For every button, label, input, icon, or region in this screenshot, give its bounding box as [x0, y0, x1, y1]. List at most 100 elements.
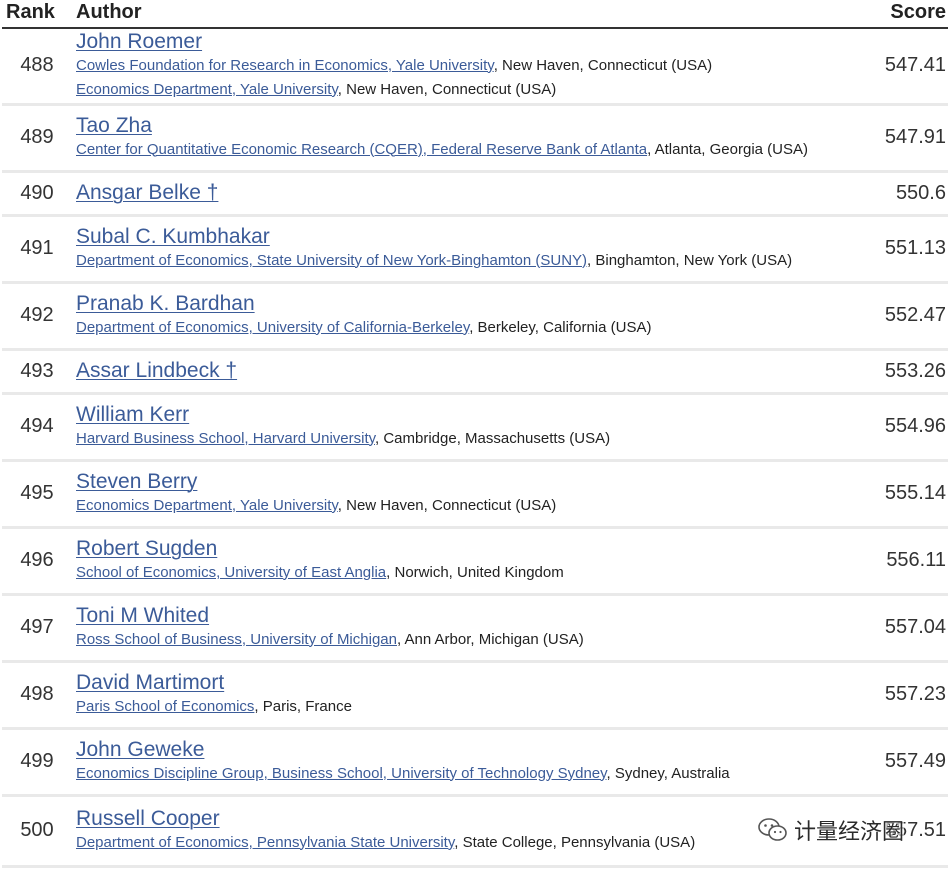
- table-row: 499 John Geweke Economics Discipline Gro…: [2, 728, 948, 797]
- score-cell: 547.91: [818, 104, 948, 173]
- rank-cell: 500: [2, 795, 72, 868]
- affiliation: Paris School of Economics, Paris, France: [76, 695, 818, 719]
- score-column-header[interactable]: Score: [818, 0, 948, 29]
- affiliation-link[interactable]: Department of Economics, State Universit…: [76, 252, 587, 269]
- score-cell: 556.11: [818, 527, 948, 596]
- affiliation: Department of Economics, State Universit…: [76, 249, 818, 273]
- affiliation-location: , Atlanta, Georgia (USA): [647, 140, 808, 158]
- affiliation: Center for Quantitative Economic Researc…: [76, 138, 818, 162]
- affiliation-location: , Sydney, Australia: [606, 764, 730, 782]
- score-cell: 555.14: [818, 460, 948, 529]
- author-cell: Steven Berry Economics Department, Yale …: [72, 460, 818, 529]
- author-name-link[interactable]: Subal C. Kumbhakar: [76, 225, 270, 249]
- author-cell: David Martimort Paris School of Economic…: [72, 661, 818, 730]
- score-cell: 552.47: [818, 282, 948, 351]
- author-cell: John Geweke Economics Discipline Group, …: [72, 728, 818, 797]
- table-row: 496 Robert Sugden School of Economics, U…: [2, 527, 948, 596]
- score-cell: 557.23: [818, 661, 948, 730]
- header-row: Rank Author Score: [2, 0, 948, 29]
- affiliation: Cowles Foundation for Research in Econom…: [76, 54, 818, 78]
- author-name-link[interactable]: Pranab K. Bardhan: [76, 292, 255, 316]
- score-cell: 557.51: [818, 795, 948, 868]
- author-cell: Toni M Whited Ross School of Business, U…: [72, 594, 818, 663]
- affiliation-link[interactable]: Department of Economics, Pennsylvania St…: [76, 834, 454, 851]
- affiliation: Department of Economics, University of C…: [76, 316, 818, 340]
- author-cell: Pranab K. Bardhan Department of Economic…: [72, 282, 818, 351]
- author-cell: Assar Lindbeck †: [72, 349, 818, 395]
- rank-cell: 496: [2, 527, 72, 596]
- affiliation-link[interactable]: Department of Economics, University of C…: [76, 319, 469, 336]
- rank-cell: 492: [2, 282, 72, 351]
- table-row: 498 David Martimort Paris School of Econ…: [2, 661, 948, 730]
- affiliation-link[interactable]: Paris School of Economics: [76, 698, 254, 715]
- score-cell: 557.04: [818, 594, 948, 663]
- author-cell: William Kerr Harvard Business School, Ha…: [72, 393, 818, 462]
- affiliation-location: , Binghamton, New York (USA): [587, 251, 793, 269]
- affiliation-link[interactable]: School of Economics, University of East …: [76, 564, 386, 581]
- affiliation: Department of Economics, Pennsylvania St…: [76, 831, 818, 855]
- author-name-link[interactable]: David Martimort: [76, 671, 224, 695]
- table-row: 488 John Roemer Cowles Foundation for Re…: [2, 28, 948, 106]
- affiliation-location: , Paris, France: [254, 697, 352, 715]
- rank-cell: 498: [2, 661, 72, 730]
- rank-cell: 491: [2, 215, 72, 284]
- score-cell: 553.26: [818, 349, 948, 395]
- rank-cell: 489: [2, 104, 72, 173]
- table-row: 492 Pranab K. Bardhan Department of Econ…: [2, 282, 948, 351]
- affiliation-link[interactable]: Economics Department, Yale University: [76, 81, 338, 98]
- affiliation-location: , Cambridge, Massachusetts (USA): [375, 429, 611, 447]
- author-cell: Russell Cooper Department of Economics, …: [72, 795, 818, 868]
- affiliation-location: , New Haven, Connecticut (USA): [337, 80, 557, 98]
- ranking-table: Rank Author Score 488 John Roemer Cowles…: [2, 0, 948, 868]
- table-row: 495 Steven Berry Economics Department, Y…: [2, 460, 948, 529]
- score-cell: 554.96: [818, 393, 948, 462]
- author-name-link[interactable]: John Roemer: [76, 30, 202, 54]
- rank-cell: 494: [2, 393, 72, 462]
- author-cell: Subal C. Kumbhakar Department of Economi…: [72, 215, 818, 284]
- rank-cell: 493: [2, 349, 72, 395]
- table-row: 494 William Kerr Harvard Business School…: [2, 393, 948, 462]
- affiliation-location: , Berkeley, California (USA): [469, 318, 652, 336]
- score-cell: 550.6: [818, 171, 948, 217]
- affiliation-link[interactable]: Economics Department, Yale University: [76, 497, 338, 514]
- author-cell: Robert Sugden School of Economics, Unive…: [72, 527, 818, 596]
- author-cell: John Roemer Cowles Foundation for Resear…: [72, 28, 818, 106]
- rank-cell: 497: [2, 594, 72, 663]
- rank-cell: 490: [2, 171, 72, 217]
- affiliation: School of Economics, University of East …: [76, 561, 818, 585]
- affiliation-link[interactable]: Center for Quantitative Economic Researc…: [76, 141, 647, 158]
- affiliation: Economics Discipline Group, Business Sch…: [76, 762, 818, 786]
- author-column-header[interactable]: Author: [72, 0, 818, 29]
- affiliation: Harvard Business School, Harvard Univers…: [76, 427, 818, 451]
- rank-cell: 499: [2, 728, 72, 797]
- affiliation: Economics Department, Yale University, N…: [76, 78, 818, 102]
- affiliation-link[interactable]: Economics Discipline Group, Business Sch…: [76, 765, 607, 782]
- affiliation-location: , New Haven, Connecticut (USA): [337, 496, 557, 514]
- score-cell: 547.41: [818, 28, 948, 106]
- author-cell: Ansgar Belke †: [72, 171, 818, 217]
- author-name-link[interactable]: Steven Berry: [76, 470, 197, 494]
- affiliation-location: , New Haven, Connecticut (USA): [493, 56, 713, 74]
- affiliation-link[interactable]: Ross School of Business, University of M…: [76, 631, 397, 648]
- table-row: 493 Assar Lindbeck † 553.26: [2, 349, 948, 395]
- rank-column-header[interactable]: Rank: [2, 0, 72, 29]
- author-name-link[interactable]: Assar Lindbeck †: [76, 359, 237, 383]
- author-name-link[interactable]: John Geweke: [76, 738, 204, 762]
- affiliation: Ross School of Business, University of M…: [76, 628, 818, 652]
- rank-cell: 495: [2, 460, 72, 529]
- score-cell: 551.13: [818, 215, 948, 284]
- table-row: 490 Ansgar Belke † 550.6: [2, 171, 948, 217]
- score-cell: 557.49: [818, 728, 948, 797]
- author-name-link[interactable]: Toni M Whited: [76, 604, 209, 628]
- affiliation: Economics Department, Yale University, N…: [76, 494, 818, 518]
- affiliation-link[interactable]: Cowles Foundation for Research in Econom…: [76, 57, 494, 74]
- author-cell: Tao Zha Center for Quantitative Economic…: [72, 104, 818, 173]
- author-name-link[interactable]: Ansgar Belke †: [76, 181, 218, 205]
- affiliation-link[interactable]: Harvard Business School, Harvard Univers…: [76, 430, 375, 447]
- table-row: 497 Toni M Whited Ross School of Busines…: [2, 594, 948, 663]
- author-name-link[interactable]: Russell Cooper: [76, 807, 220, 831]
- author-name-link[interactable]: William Kerr: [76, 403, 189, 427]
- author-name-link[interactable]: Tao Zha: [76, 114, 152, 138]
- author-name-link[interactable]: Robert Sugden: [76, 537, 217, 561]
- affiliation-location: , State College, Pennsylvania (USA): [454, 833, 696, 851]
